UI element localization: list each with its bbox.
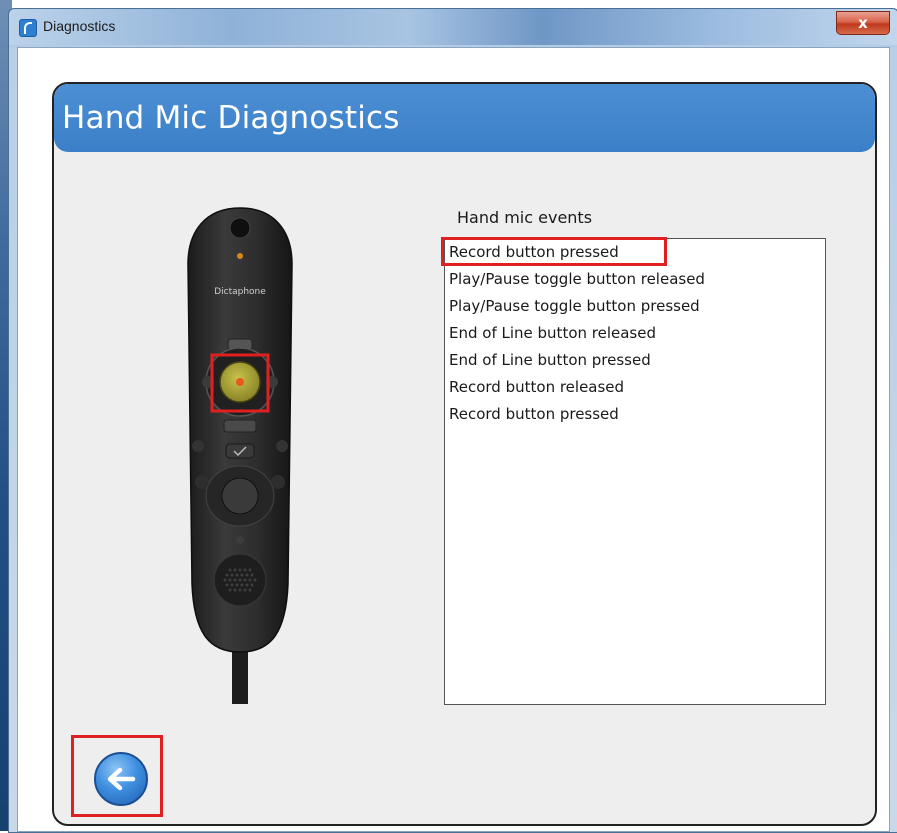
event-item[interactable]: End of Line button released: [445, 320, 825, 347]
diagnostics-window: Diagnostics x Hand Mic Diagnostics Dicta…: [8, 8, 897, 833]
page-title: Hand Mic Diagnostics: [62, 100, 400, 136]
diagnostics-panel: Hand Mic Diagnostics Dictaphone Hand mic…: [52, 82, 877, 826]
event-text: Record button released: [449, 378, 625, 396]
event-item[interactable]: Record button pressed: [445, 401, 825, 428]
window-client-area: Hand Mic Diagnostics Dictaphone Hand mic…: [17, 47, 890, 832]
app-icon: [19, 19, 37, 37]
event-item[interactable]: Play/Pause toggle button pressed: [445, 293, 825, 320]
panel-header: Hand Mic Diagnostics: [54, 84, 875, 152]
event-text: Record button pressed: [449, 405, 619, 423]
event-item[interactable]: End of Line button pressed: [445, 347, 825, 374]
window-title: Diagnostics: [43, 18, 116, 34]
event-item[interactable]: Record button pressed: [441, 237, 825, 266]
close-icon: x: [858, 14, 868, 32]
event-text: End of Line button pressed: [449, 351, 651, 369]
hand-mic-image: Dictaphone: [180, 204, 300, 704]
event-text: Play/Pause toggle button released: [449, 270, 705, 288]
event-text: Record button pressed: [449, 243, 619, 261]
hand-mic-illustration: Dictaphone: [187, 207, 293, 704]
event-text: End of Line button released: [449, 324, 656, 342]
events-label: Hand mic events: [457, 208, 593, 227]
event-item[interactable]: Play/Pause toggle button released: [445, 266, 825, 293]
device-brand-label: Dictaphone: [214, 287, 266, 297]
back-button-highlight: [71, 735, 163, 817]
back-button[interactable]: [94, 752, 148, 806]
title-bar[interactable]: Diagnostics x: [9, 9, 897, 45]
events-list[interactable]: Record button pressed Play/Pause toggle …: [441, 237, 826, 705]
arrow-left-icon: [107, 767, 136, 791]
event-text: Play/Pause toggle button pressed: [449, 297, 700, 315]
event-item[interactable]: Record button released: [445, 374, 825, 401]
close-button[interactable]: x: [836, 11, 890, 35]
